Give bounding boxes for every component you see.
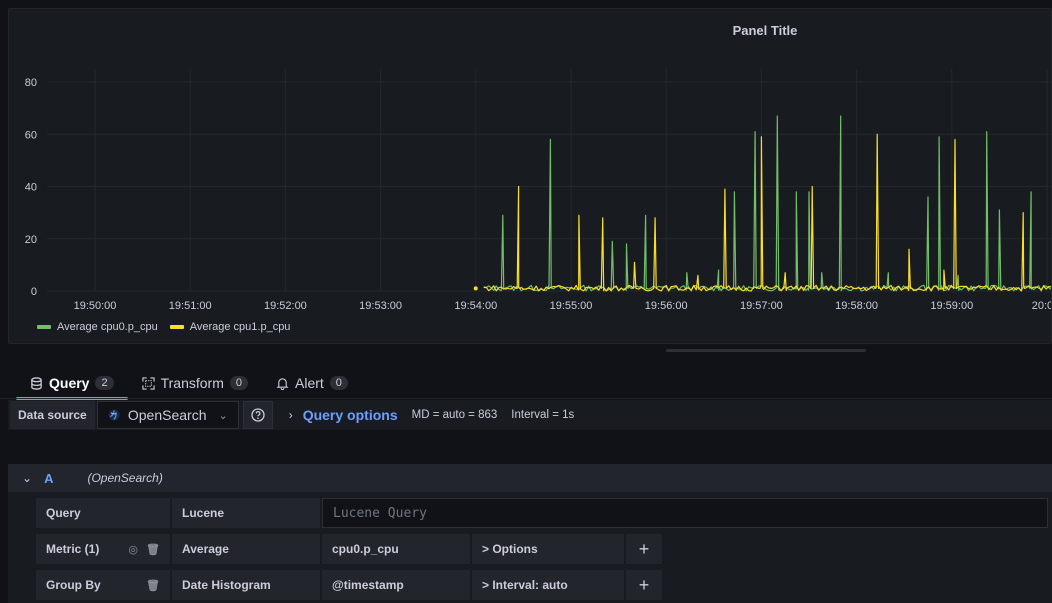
editor-tabs: Query 2 Transform 0 Alert 0 — [16, 368, 362, 400]
legend-label-cpu0: Average cpu0.p_cpu — [57, 321, 158, 333]
x-tick-label: 19:51:00 — [169, 300, 212, 312]
tab-query[interactable]: Query 2 — [16, 368, 128, 400]
series-line-1 — [483, 133, 1051, 292]
y-tick-label: 80 — [25, 77, 37, 89]
tab-alert-label: Alert — [295, 375, 324, 391]
tab-transform[interactable]: Transform 0 — [128, 368, 262, 398]
groupby-type[interactable]: Date Histogram — [172, 570, 320, 600]
series-start-point — [473, 286, 478, 291]
bell-icon — [276, 377, 289, 390]
x-tick-label: 19:53:00 — [359, 300, 402, 312]
query-a-header[interactable]: ⌄ A (OpenSearch) — [8, 464, 1052, 492]
groupby-label: Group By — [46, 578, 101, 592]
query-toolbar: Data source OpenSearch ⌄ › Query options… — [8, 400, 1052, 430]
trash-icon[interactable]: 🗑 — [146, 579, 160, 592]
x-tick-label: 19:52:00 — [264, 300, 307, 312]
query-row: Query Lucene Lucene Query — [36, 498, 1048, 528]
x-tick-label: 19:58:00 — [835, 300, 878, 312]
help-button[interactable] — [242, 401, 273, 429]
graph-panel: Panel Title 0 20 40 60 80 19:50:00 19:51:00 19:… — [8, 8, 1052, 344]
time-series-chart[interactable]: 0 20 40 60 80 19:50:00 19:51:00 19:52:00 19:53:0… — [9, 9, 1052, 344]
eye-icon[interactable]: ◎ — [128, 543, 138, 556]
tabs-divider — [0, 398, 1052, 399]
tab-query-count: 2 — [95, 376, 114, 390]
metric-label-cell: Metric (1) ◎ 🗑 — [36, 534, 170, 564]
opensearch-logo-icon — [108, 409, 120, 421]
groupby-label-cell: Group By 🗑 — [36, 570, 170, 600]
legend-swatch-cpu1 — [169, 325, 184, 329]
tab-alert[interactable]: Alert 0 — [262, 368, 362, 398]
interval-info: Interval = 1s — [511, 409, 575, 421]
transform-icon — [141, 376, 155, 390]
y-tick-label: 60 — [25, 129, 37, 141]
tab-transform-count: 0 — [229, 376, 248, 390]
y-tick-label: 0 — [31, 286, 37, 298]
data-source-picker[interactable]: OpenSearch ⌄ — [96, 401, 239, 429]
data-source-value: OpenSearch — [127, 407, 207, 423]
chart-legend: Average cpu0.p_cpu Average cpu1.p_cpu — [37, 321, 290, 333]
panel-resize-handle[interactable] — [666, 349, 866, 352]
data-source-label: Data source — [10, 401, 95, 429]
chevron-down-icon: ⌄ — [218, 409, 228, 422]
metric-label: Metric (1) — [46, 542, 100, 556]
query-options[interactable]: › Query options MD = auto = 863 Interval… — [289, 407, 575, 423]
y-tick-label: 20 — [25, 234, 37, 246]
x-tick-label: 19:59:00 — [930, 300, 973, 312]
add-metric-button[interactable]: + — [626, 534, 662, 564]
x-tick-label: 19:50:00 — [74, 300, 117, 312]
legend-label-cpu1: Average cpu1.p_cpu — [189, 321, 291, 333]
x-tick-label: 19:55:00 — [550, 300, 593, 312]
query-type[interactable]: Lucene — [172, 498, 320, 528]
x-tick-label: 19:57:00 — [740, 300, 783, 312]
trash-icon[interactable]: 🗑 — [146, 543, 160, 556]
legend-swatch-cpu0 — [37, 325, 51, 329]
query-label: Query — [36, 498, 170, 528]
legend-item-cpu0[interactable]: Average cpu0.p_cpu — [37, 321, 158, 333]
x-tick-label: 20:00: — [1032, 300, 1052, 312]
question-circle-icon — [251, 408, 265, 422]
collapse-chevron-icon[interactable]: ⌄ — [22, 471, 32, 485]
query-letter[interactable]: A — [44, 471, 53, 486]
max-data-points: MD = auto = 863 — [411, 409, 498, 421]
add-groupby-button[interactable]: + — [626, 570, 662, 600]
query-source: (OpenSearch) — [87, 471, 163, 485]
x-tick-label: 19:54:00 — [454, 300, 497, 312]
groupby-field[interactable]: @timestamp — [322, 570, 470, 600]
chevron-right-icon: › — [288, 408, 293, 422]
query-a-body: Query Lucene Lucene Query Metric (1) ◎ 🗑… — [8, 492, 1052, 603]
metric-type[interactable]: Average — [172, 534, 320, 564]
tab-query-label: Query — [49, 375, 90, 391]
metric-actions: ◎ 🗑 — [128, 543, 160, 556]
groupby-actions: 🗑 — [146, 579, 160, 592]
groupby-interval[interactable]: > Interval: auto — [472, 570, 624, 600]
metric-options[interactable]: > Options — [472, 534, 624, 564]
tab-alert-count: 0 — [329, 376, 348, 390]
query-options-link[interactable]: Query options — [303, 407, 398, 423]
tab-transform-label: Transform — [160, 375, 224, 391]
lucene-query-input[interactable]: Lucene Query — [322, 498, 1048, 528]
y-tick-label: 40 — [25, 182, 37, 194]
database-icon — [31, 376, 42, 390]
x-tick-label: 19:56:00 — [645, 300, 688, 312]
metric-row: Metric (1) ◎ 🗑 Average cpu0.p_cpu > Opti… — [36, 534, 662, 564]
legend-item-cpu1[interactable]: Average cpu1.p_cpu — [169, 321, 291, 333]
series-line-0 — [483, 115, 1051, 292]
groupby-row: Group By 🗑 Date Histogram @timestamp > I… — [36, 570, 662, 600]
metric-field[interactable]: cpu0.p_cpu — [322, 534, 470, 564]
